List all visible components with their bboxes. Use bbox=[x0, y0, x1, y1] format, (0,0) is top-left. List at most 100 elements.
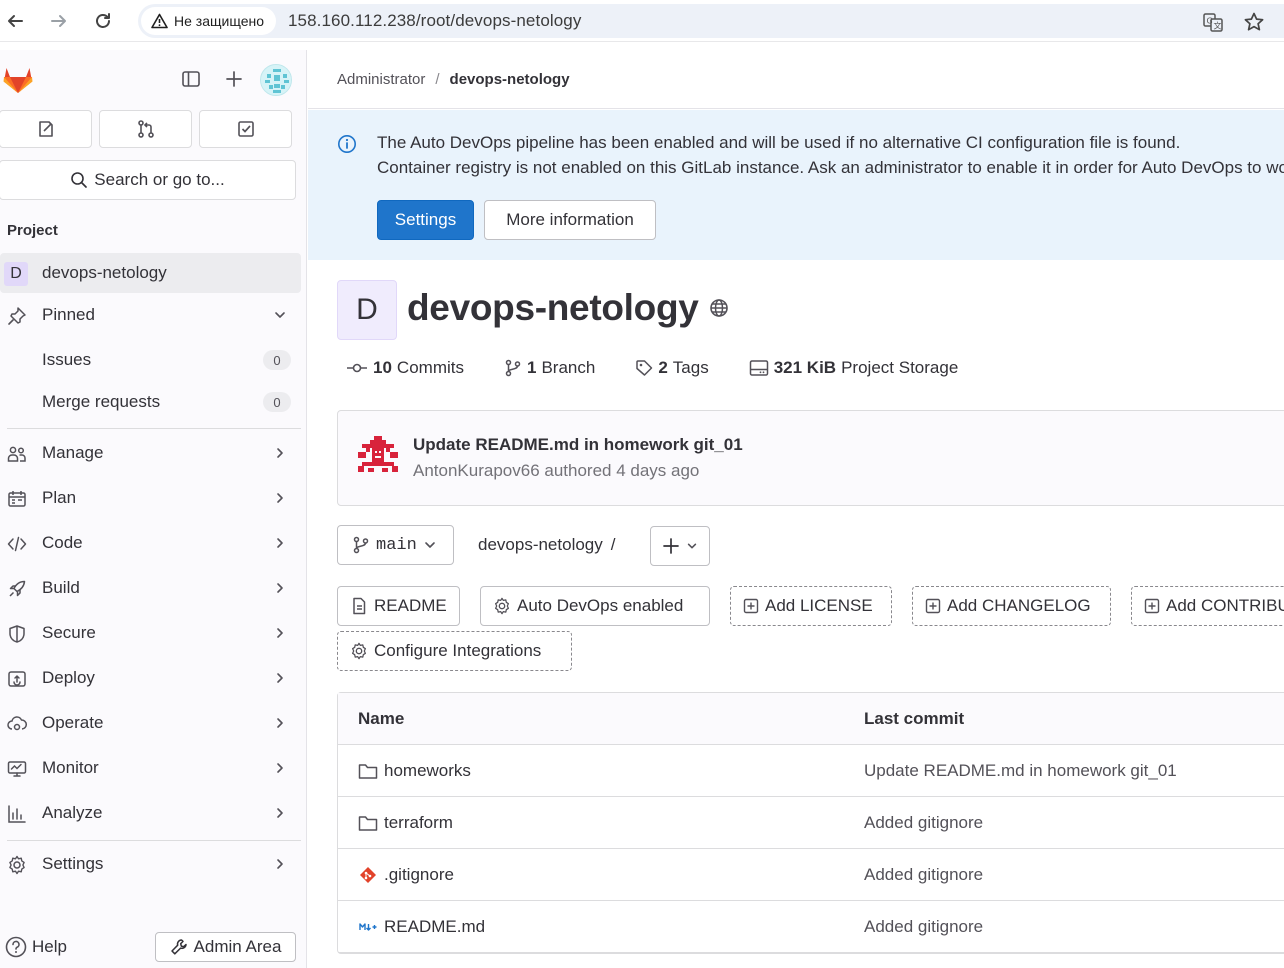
commit-title[interactable]: Update README.md in homework git_01 bbox=[413, 435, 743, 455]
commits-link[interactable]: 10 Commits bbox=[346, 358, 464, 378]
settings-button[interactable]: Settings bbox=[377, 200, 474, 240]
browser-toolbar: Не защищено 158.160.112.238/root/devops-… bbox=[0, 0, 1284, 42]
merge-requests-shortcut-button[interactable] bbox=[99, 110, 192, 148]
table-row[interactable]: homeworks Update README.md in homework g… bbox=[338, 745, 1284, 797]
sidebar-item-project[interactable]: D devops-netology bbox=[0, 253, 301, 293]
repo-path-root[interactable]: devops-netology bbox=[478, 535, 603, 554]
chevron-right-icon bbox=[273, 446, 287, 460]
search-input[interactable]: Search or go to... bbox=[0, 160, 296, 200]
info-icon bbox=[337, 134, 357, 154]
column-header-last-commit: Last commit bbox=[864, 709, 965, 728]
chip-label: Add CONTRIBUTING bbox=[1166, 596, 1284, 615]
project-stats: 10 Commits 1 Branch 2 Tags 321 KiB Proje… bbox=[346, 358, 998, 378]
help-button[interactable]: Help bbox=[4, 934, 67, 960]
more-information-button[interactable]: More information bbox=[484, 200, 656, 240]
breadcrumb-current[interactable]: devops-netology bbox=[450, 71, 570, 88]
sidebar-item-secure[interactable]: Secure bbox=[0, 613, 301, 653]
sidebar-item-manage[interactable]: Manage bbox=[0, 433, 301, 473]
cloud-gear-icon bbox=[7, 714, 27, 734]
storage-label: Project Storage bbox=[841, 358, 959, 377]
add-file-dropdown[interactable] bbox=[650, 526, 710, 566]
sidebar-item-code[interactable]: Code bbox=[0, 523, 301, 563]
sidebar-toggle-icon[interactable] bbox=[181, 69, 201, 89]
breadcrumb-parent[interactable]: Administrator bbox=[337, 71, 425, 88]
configure-integrations-button[interactable]: Configure Integrations bbox=[337, 631, 572, 671]
user-avatar[interactable] bbox=[260, 64, 292, 96]
sidebar-item-settings[interactable]: Settings bbox=[0, 844, 301, 884]
last-commit-cell[interactable]: Added gitignore bbox=[864, 917, 983, 937]
add-license-button[interactable]: Add LICENSE bbox=[730, 586, 892, 626]
tags-label: Tags bbox=[672, 358, 709, 377]
file-name-cell[interactable]: .gitignore bbox=[358, 865, 454, 885]
last-commit-cell[interactable]: Added gitignore bbox=[864, 813, 983, 833]
project-title-row: devops-netology bbox=[407, 287, 729, 329]
plus-square-icon bbox=[925, 598, 941, 614]
table-row[interactable]: README.md Added gitignore bbox=[338, 901, 1284, 953]
sidebar-item-build[interactable]: Build bbox=[0, 568, 301, 608]
plus-icon[interactable] bbox=[224, 69, 244, 89]
branch-icon bbox=[352, 536, 370, 554]
url-text[interactable]: 158.160.112.238/root/devops-netology bbox=[288, 11, 581, 31]
sidebar-item-monitor[interactable]: Monitor bbox=[0, 748, 301, 788]
branch-label: Branch bbox=[541, 358, 596, 377]
commit-meta: AntonKurapov66 authored 4 days ago bbox=[413, 461, 700, 480]
warning-icon bbox=[151, 13, 168, 29]
todos-shortcut-button[interactable] bbox=[199, 110, 292, 148]
branches-link[interactable]: 1 Branch bbox=[504, 358, 595, 378]
repo-path: devops-netology / bbox=[478, 535, 616, 555]
sidebar-item-label: Pinned bbox=[42, 305, 95, 324]
tags-count: 2 bbox=[658, 358, 668, 377]
add-changelog-button[interactable]: Add CHANGELOG bbox=[912, 586, 1111, 626]
issues-shortcut-button[interactable] bbox=[0, 110, 92, 148]
chevron-down-icon bbox=[423, 538, 437, 552]
sidebar-item-pinned[interactable]: Pinned bbox=[0, 295, 301, 335]
last-commit-card: Update README.md in homework git_01 Anto… bbox=[337, 410, 1284, 506]
table-row[interactable]: .gitignore Added gitignore bbox=[338, 849, 1284, 901]
table-row[interactable]: terraform Added gitignore bbox=[338, 797, 1284, 849]
file-name: .gitignore bbox=[384, 865, 454, 884]
sidebar-item-operate[interactable]: Operate bbox=[0, 703, 301, 743]
translate-icon[interactable]: G文 bbox=[1202, 11, 1223, 32]
users-icon bbox=[7, 444, 27, 464]
auto-devops-alert: The Auto DevOps pipeline has been enable… bbox=[308, 110, 1284, 260]
issues-count-badge: 0 bbox=[263, 350, 291, 370]
storage-link[interactable]: 321 KiB Project Storage bbox=[749, 358, 959, 378]
back-arrow-icon[interactable] bbox=[4, 10, 26, 32]
sidebar-item-deploy[interactable]: Deploy bbox=[0, 658, 301, 698]
chevron-right-icon bbox=[273, 626, 287, 640]
alert-text-line2: Container registry is not enabled on thi… bbox=[377, 158, 1284, 177]
file-tree-table: Name Last commit homeworks Update README… bbox=[337, 692, 1284, 954]
sidebar-item-plan[interactable]: Plan bbox=[0, 478, 301, 518]
sidebar-item-analyze[interactable]: Analyze bbox=[0, 793, 301, 833]
svg-text:文: 文 bbox=[1214, 21, 1222, 31]
file-name-cell[interactable]: terraform bbox=[358, 813, 453, 833]
bookmark-star-icon[interactable] bbox=[1243, 11, 1264, 31]
chip-label: Configure Integrations bbox=[374, 641, 542, 660]
chevron-down-icon bbox=[686, 540, 698, 552]
sidebar-quick-actions bbox=[0, 110, 292, 148]
gear-icon bbox=[350, 642, 368, 660]
security-label: Не защищено bbox=[174, 13, 264, 29]
sidebar-section-title: Project bbox=[7, 222, 58, 239]
forward-arrow-icon[interactable] bbox=[48, 10, 70, 32]
admin-area-button[interactable]: Admin Area bbox=[155, 932, 296, 962]
auto-devops-enabled-button[interactable]: Auto DevOps enabled bbox=[480, 586, 710, 626]
commit-author-avatar[interactable] bbox=[358, 436, 398, 476]
sidebar-item-merge-requests[interactable]: Merge requests 0 bbox=[0, 382, 301, 422]
chevron-right-icon bbox=[273, 536, 287, 550]
file-name-cell[interactable]: homeworks bbox=[358, 761, 471, 781]
sidebar-item-label: Deploy bbox=[42, 668, 95, 687]
last-commit-cell[interactable]: Update README.md in homework git_01 bbox=[864, 761, 1177, 781]
add-contributing-button[interactable]: Add CONTRIBUTING bbox=[1131, 586, 1284, 626]
security-indicator[interactable]: Не защищено bbox=[141, 7, 276, 35]
last-commit-cell[interactable]: Added gitignore bbox=[864, 865, 983, 885]
branch-selector[interactable]: main bbox=[337, 525, 454, 565]
sidebar-item-issues[interactable]: Issues 0 bbox=[0, 340, 301, 380]
globe-icon bbox=[709, 298, 729, 318]
address-bar[interactable]: Не защищено 158.160.112.238/root/devops-… bbox=[138, 4, 1284, 38]
file-name-cell[interactable]: README.md bbox=[358, 917, 485, 937]
readme-button[interactable]: README bbox=[337, 586, 460, 626]
gitlab-logo-icon[interactable] bbox=[2, 63, 34, 95]
tags-link[interactable]: 2 Tags bbox=[635, 358, 709, 378]
reload-icon[interactable] bbox=[92, 10, 114, 32]
